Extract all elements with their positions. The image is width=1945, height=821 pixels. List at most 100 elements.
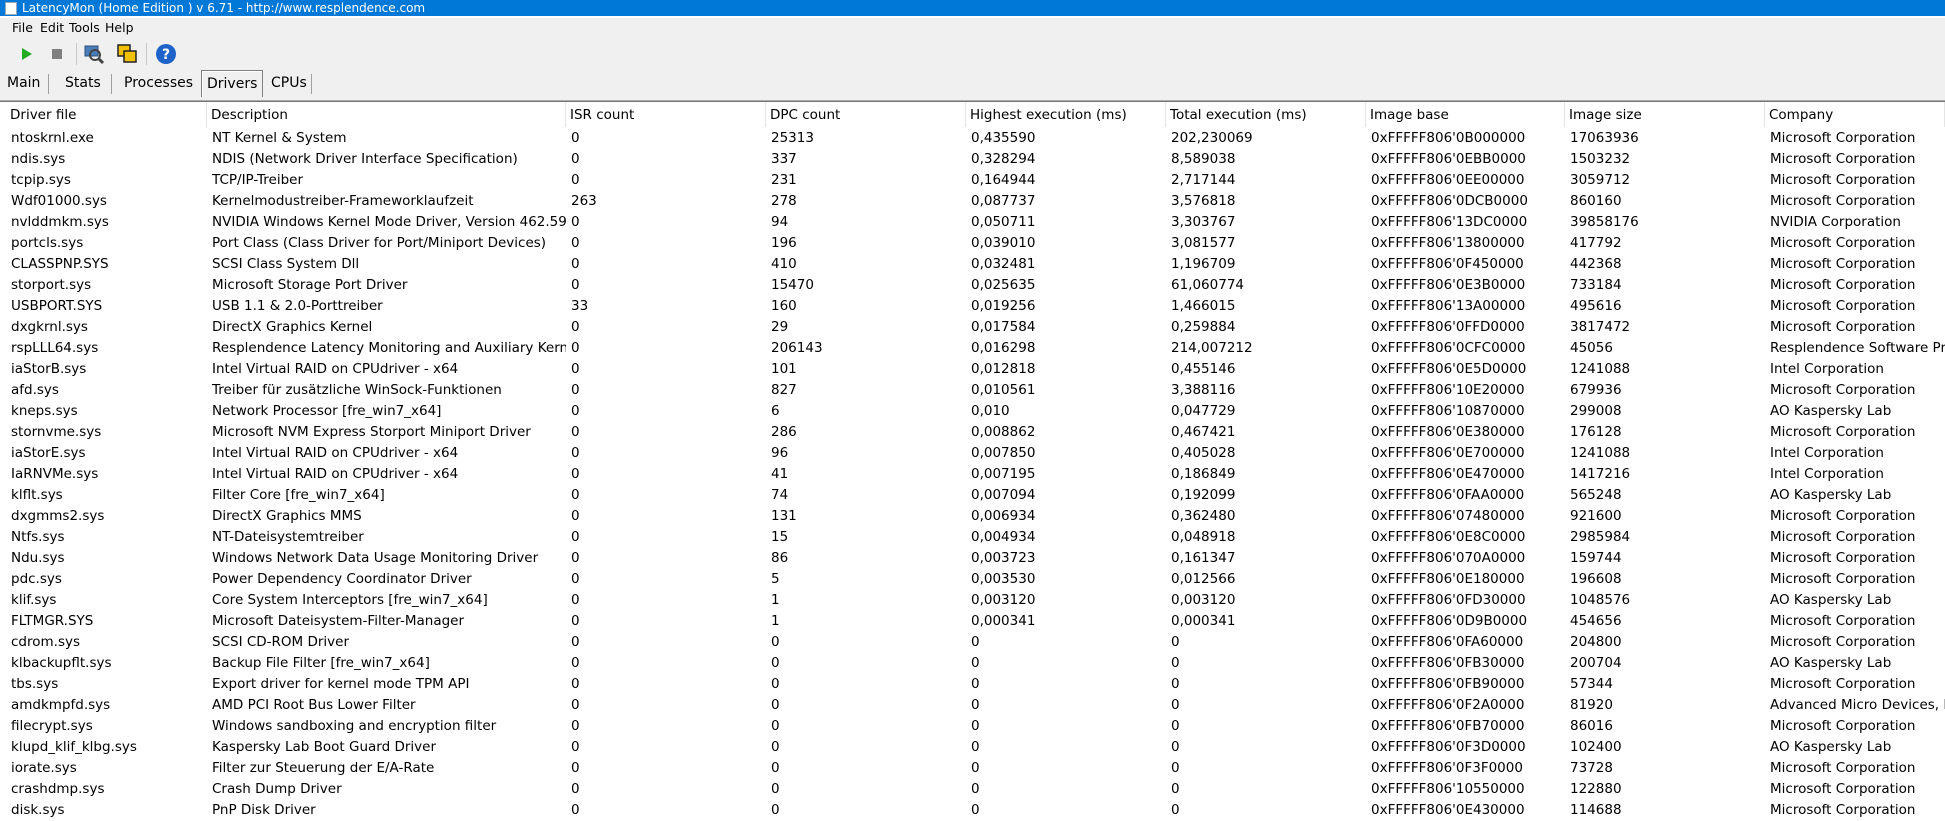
table-row[interactable]: storport.sys Microsoft Storage Port Drive… <box>0 275 1945 296</box>
column-header-isr-count[interactable]: ISR count <box>566 102 766 127</box>
table-row[interactable]: klupd_klif_klbg.sys Kaspersky Lab Boot Gu… <box>0 737 1945 758</box>
table-row[interactable]: Ntfs.sys NT-Dateisystemtreiber 0 15 0,004934… <box>0 527 1945 548</box>
cell-image-size: 3059712 <box>1570 172 1631 188</box>
cell-dpc-count: 0 <box>771 676 780 692</box>
cell-total-execution: 0 <box>1171 655 1180 671</box>
cell-total-execution: 214,007212 <box>1171 340 1253 356</box>
menu-edit[interactable]: Edit <box>40 18 64 38</box>
table-row[interactable]: klif.sys Core System Interceptors [fre_wi… <box>0 590 1945 611</box>
cell-image-size: 196608 <box>1570 571 1622 587</box>
table-row[interactable]: CLASSPNP.SYS SCSI Class System Dll 0 410 0,0… <box>0 254 1945 275</box>
column-header-driver-file[interactable]: Driver file <box>6 102 207 127</box>
cell-highest-execution: 0 <box>971 634 980 650</box>
tab-cpus[interactable]: CPUs <box>271 70 307 96</box>
table-row[interactable]: portcls.sys Port Class (Class Driver for … <box>0 233 1945 254</box>
cell-image-size: 39858176 <box>1570 214 1639 230</box>
column-header-dpc-count[interactable]: DPC count <box>766 102 966 127</box>
cell-driver-file: Ntfs.sys <box>11 529 65 545</box>
tab-processes[interactable]: Processes <box>124 70 193 96</box>
table-row[interactable]: iaStorE.sys Intel Virtual RAID on CPUdriv… <box>0 443 1945 464</box>
cell-image-base: 0xFFFFF806'0E380000 <box>1371 424 1525 440</box>
column-header-image-size[interactable]: Image size <box>1565 102 1765 127</box>
cell-total-execution: 0,161347 <box>1171 550 1236 566</box>
cell-dpc-count: 29 <box>771 319 789 335</box>
cell-isr-count: 0 <box>571 130 580 146</box>
table-row[interactable]: tcpip.sys TCP/IP-Treiber 0 231 0,164944 2,717… <box>0 170 1945 191</box>
cell-image-size: 45056 <box>1570 340 1613 356</box>
table-row[interactable]: Wdf01000.sys Kernelmodustreiber-Framework… <box>0 191 1945 212</box>
tab-main[interactable]: Main <box>7 70 40 96</box>
table-row[interactable]: afd.sys Treiber für zusätzliche WinSock-F… <box>0 380 1945 401</box>
cell-company: Microsoft Corporation <box>1770 193 1916 209</box>
cell-highest-execution: 0 <box>971 697 980 713</box>
table-row[interactable]: klbackupflt.sys Backup File Filter [fre_w… <box>0 653 1945 674</box>
table-row[interactable]: klflt.sys Filter Core [fre_win7_x64] 0 74 0,… <box>0 485 1945 506</box>
cell-image-size: 495616 <box>1570 298 1622 314</box>
table-row[interactable]: tbs.sys Export driver for kernel mode TPM… <box>0 674 1945 695</box>
column-header-image-base[interactable]: Image base <box>1366 102 1565 127</box>
table-row[interactable]: pdc.sys Power Dependency Coordinator Driv… <box>0 569 1945 590</box>
table-row[interactable]: FLTMGR.SYS Microsoft Dateisystem-Filter-M… <box>0 611 1945 632</box>
cell-total-execution: 0 <box>1171 802 1180 818</box>
table-row[interactable]: amdkmpfd.sys AMD PCI Root Bus Lower Filte… <box>0 695 1945 716</box>
tab-stats[interactable]: Stats <box>65 70 101 96</box>
cell-driver-file: CLASSPNP.SYS <box>11 256 109 272</box>
cell-isr-count: 0 <box>571 781 580 797</box>
cell-image-base: 0xFFFFF806'0DCB0000 <box>1371 193 1528 209</box>
tab-drivers[interactable]: Drivers <box>201 70 264 97</box>
menu-help[interactable]: Help <box>105 18 134 38</box>
cell-highest-execution: 0 <box>971 718 980 734</box>
search-icon[interactable] <box>83 43 105 65</box>
cell-dpc-count: 0 <box>771 655 780 671</box>
table-row[interactable]: iaStorB.sys Intel Virtual RAID on CPUdriv… <box>0 359 1945 380</box>
menu-tools[interactable]: Tools <box>69 18 100 38</box>
table-row[interactable]: filecrypt.sys Windows sandboxing and encr… <box>0 716 1945 737</box>
toolbar-separator <box>146 43 147 65</box>
cell-highest-execution: 0,019256 <box>971 298 1036 314</box>
windows-icon[interactable] <box>116 43 138 65</box>
table-row[interactable]: cdrom.sys SCSI CD-ROM Driver 0 0 0 0 0xFFFFF80… <box>0 632 1945 653</box>
table-row[interactable]: ndis.sys NDIS (Network Driver Interface S… <box>0 149 1945 170</box>
column-header-description[interactable]: Description <box>207 102 566 127</box>
table-row[interactable]: nvlddmkm.sys NVIDIA Windows Kernel Mode D… <box>0 212 1945 233</box>
cell-driver-file: portcls.sys <box>11 235 84 251</box>
cell-isr-count: 0 <box>571 214 580 230</box>
cell-highest-execution: 0,050711 <box>971 214 1036 230</box>
column-header-company[interactable]: Company <box>1765 102 1945 127</box>
cell-dpc-count: 0 <box>771 634 780 650</box>
table-row[interactable]: dxgkrnl.sys DirectX Graphics Kernel 0 29 0,0… <box>0 317 1945 338</box>
help-icon[interactable]: ? <box>155 43 177 65</box>
table-row[interactable]: dxgmms2.sys DirectX Graphics MMS 0 131 0,006… <box>0 506 1945 527</box>
table-row[interactable]: rspLLL64.sys Resplendence Latency Monitor… <box>0 338 1945 359</box>
cell-image-size: 3817472 <box>1570 319 1631 335</box>
table-row[interactable]: stornvme.sys Microsoft NVM Express Storpo… <box>0 422 1945 443</box>
cell-highest-execution: 0,010561 <box>971 382 1036 398</box>
cell-isr-count: 0 <box>571 235 580 251</box>
table-row[interactable]: USBPORT.SYS USB 1.1 & 2.0-Porttreiber 33 16… <box>0 296 1945 317</box>
table-row[interactable]: iorate.sys Filter zur Steuerung der E/A-R… <box>0 758 1945 779</box>
menu-file[interactable]: File <box>12 18 33 38</box>
cell-isr-count: 0 <box>571 760 580 776</box>
table-row[interactable]: IaRNVMe.sys Intel Virtual RAID on CPUdriv… <box>0 464 1945 485</box>
cell-dpc-count: 25313 <box>771 130 814 146</box>
cell-dpc-count: 0 <box>771 781 780 797</box>
column-header-highest-execution[interactable]: Highest execution (ms) <box>966 102 1166 127</box>
cell-highest-execution: 0,007094 <box>971 487 1036 503</box>
cell-dpc-count: 278 <box>771 193 797 209</box>
play-icon[interactable] <box>15 43 37 65</box>
cell-image-size: 159744 <box>1570 550 1622 566</box>
drivers-table[interactable]: Driver file Description ISR count DPC count… <box>0 101 1945 818</box>
table-row[interactable]: crashdmp.sys Crash Dump Driver 0 0 0 0 0xFFFFF… <box>0 779 1945 800</box>
stop-icon[interactable] <box>46 43 68 65</box>
column-header-total-execution[interactable]: Total execution (ms) <box>1166 102 1366 127</box>
cell-image-size: 1048576 <box>1570 592 1631 608</box>
cell-dpc-count: 0 <box>771 760 780 776</box>
cell-driver-file: stornvme.sys <box>11 424 102 440</box>
cell-highest-execution: 0 <box>971 760 980 776</box>
cell-isr-count: 0 <box>571 529 580 545</box>
table-row[interactable]: kneps.sys Network Processor [fre_win7_x64… <box>0 401 1945 422</box>
table-row[interactable]: disk.sys PnP Disk Driver 0 0 0 0 0xFFFFF806'0E… <box>0 800 1945 821</box>
table-row[interactable]: ntoskrnl.exe NT Kernel & System 0 25313 0,43… <box>0 128 1945 149</box>
table-row[interactable]: Ndu.sys Windows Network Data Usage Monito… <box>0 548 1945 569</box>
cell-total-execution: 0,000341 <box>1171 613 1236 629</box>
